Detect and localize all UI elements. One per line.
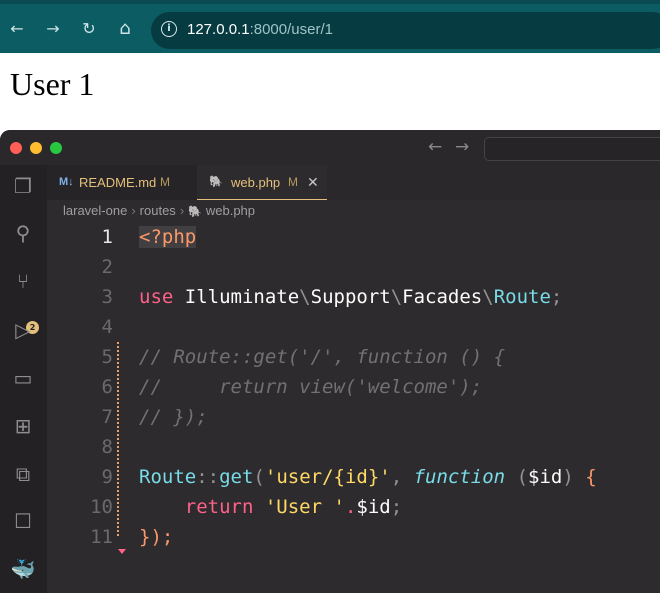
tab-readme[interactable]: M↓ README.md M — [47, 165, 197, 200]
code-token: $id — [356, 496, 391, 518]
url-host: 127.0.0.1 — [187, 21, 250, 38]
tab-label: README.md — [79, 175, 157, 190]
explorer-icon[interactable]: ❐ — [10, 173, 36, 199]
address-bar[interactable]: i 127.0.0.1:8000/user/1 — [151, 12, 660, 49]
breadcrumb: laravel-one › routes › 🐘 web.php — [63, 200, 255, 222]
code-line: use Illuminate\Support\Facades\Route; — [139, 282, 562, 312]
docker-icon[interactable]: 🐳 — [10, 556, 36, 582]
code-token: . — [344, 496, 357, 518]
code-token: ) — [562, 466, 586, 488]
breadcrumb-item[interactable]: web.php — [206, 203, 255, 218]
tab-label: web.php — [231, 175, 281, 190]
line-number: 7 — [101, 406, 113, 428]
code-token: return — [184, 496, 254, 518]
editor-titlebar: ← → — [0, 130, 660, 165]
code-line: Route::get('user/{id}', function ($id) { — [139, 462, 597, 492]
code-token: Route — [139, 466, 197, 488]
code-token: \ — [299, 286, 311, 308]
chevron-right-icon: › — [131, 203, 136, 218]
database-icon[interactable]: ⧉ — [10, 461, 36, 487]
activity-bar: ❐ ⚲ ⑂ 2 ▷ ▭ ⊞ ⧉ ☐ 🐳 — [0, 165, 47, 593]
search-icon[interactable]: ⚲ — [10, 220, 36, 246]
nav-forward-icon[interactable]: → — [455, 137, 469, 157]
minimize-window-button[interactable] — [30, 142, 42, 154]
line-number: 4 — [101, 316, 113, 338]
code-editor-window: ← → ❐ ⚲ ⑂ 2 ▷ ▭ ⊞ ⧉ ☐ 🐳 M↓ README.md M 🐘… — [0, 130, 660, 593]
code-token: Facades — [402, 286, 483, 308]
url-text[interactable]: 127.0.0.1:8000/user/1 — [187, 21, 333, 38]
command-center-search[interactable] — [484, 137, 660, 161]
run-debug-icon[interactable]: ▷ — [10, 317, 36, 343]
chat-icon[interactable]: ☐ — [10, 508, 36, 534]
reload-icon[interactable]: ↻ — [78, 18, 100, 40]
line-number: 8 — [101, 436, 113, 458]
code-token: Route — [493, 286, 551, 308]
code-token: 'user/{id}' — [264, 466, 391, 488]
code-comment: // return view('welcome'); — [139, 376, 483, 398]
code-token: Illuminate — [184, 286, 300, 308]
code-token: { — [585, 466, 597, 488]
markdown-icon: M↓ — [59, 176, 74, 188]
home-icon[interactable]: ⌂ — [114, 18, 136, 40]
code-token: ; — [390, 496, 403, 518]
editor-tabs: M↓ README.md M 🐘 web.php M ✕ — [47, 165, 660, 200]
code-token: use — [139, 286, 174, 308]
code-token: \ — [482, 286, 494, 308]
url-path: :8000/user/1 — [249, 21, 333, 38]
code-token: \ — [390, 286, 403, 308]
maximize-window-button[interactable] — [50, 142, 62, 154]
code-token: get — [219, 466, 254, 488]
git-change-indicator[interactable] — [117, 342, 119, 537]
code-token: ; — [550, 286, 563, 308]
code-comment: // Route::get('/', function () { — [139, 346, 506, 368]
code-token: $id — [528, 466, 563, 488]
code-token: :: — [196, 466, 220, 488]
browser-toolbar: ← → ↻ ⌂ i 127.0.0.1:8000/user/1 — [0, 0, 660, 53]
nav-back-icon[interactable]: ← — [428, 137, 442, 157]
code-token: function — [413, 466, 506, 488]
breadcrumb-item[interactable]: routes — [140, 203, 176, 218]
php-elephant-icon: 🐘 — [209, 176, 223, 188]
code-line: <?php — [139, 222, 197, 252]
site-info-icon[interactable]: i — [161, 21, 177, 37]
modified-indicator: M — [288, 175, 298, 189]
source-control-icon[interactable]: ⑂ — [10, 268, 36, 294]
code-token: , — [390, 466, 414, 488]
line-number: 9 — [101, 466, 113, 488]
php-open-tag: <?php — [139, 226, 197, 248]
code-token: Support — [310, 286, 391, 308]
code-token: ( — [505, 466, 529, 488]
line-number: 3 — [101, 286, 113, 308]
line-number: 6 — [101, 376, 113, 398]
breadcrumb-item[interactable]: laravel-one — [63, 203, 127, 218]
deleted-line-marker — [118, 549, 126, 554]
chevron-right-icon: › — [179, 203, 185, 218]
modified-indicator: M — [160, 175, 170, 189]
back-arrow-icon[interactable]: ← — [6, 18, 28, 40]
code-line: }); — [139, 526, 174, 548]
page-heading: User 1 — [10, 66, 95, 102]
code-comment: // }); — [139, 406, 208, 428]
code-line: return 'User '.$id; — [139, 492, 402, 522]
forward-arrow-icon[interactable]: → — [42, 18, 64, 40]
code-token: ( — [253, 466, 265, 488]
close-window-button[interactable] — [10, 142, 22, 154]
code-token: 'User ' — [264, 496, 345, 518]
remote-explorer-icon[interactable]: ▭ — [10, 365, 36, 391]
line-number: 2 — [101, 256, 113, 278]
line-number: 11 — [90, 526, 113, 548]
tab-web-php[interactable]: 🐘 web.php M ✕ — [197, 165, 327, 200]
php-elephant-icon: 🐘 — [188, 206, 202, 218]
close-tab-icon[interactable]: ✕ — [307, 165, 319, 200]
line-number: 10 — [90, 496, 113, 518]
line-number: 5 — [101, 346, 113, 368]
extensions-icon[interactable]: ⊞ — [10, 413, 36, 439]
line-number: 1 — [101, 226, 113, 248]
